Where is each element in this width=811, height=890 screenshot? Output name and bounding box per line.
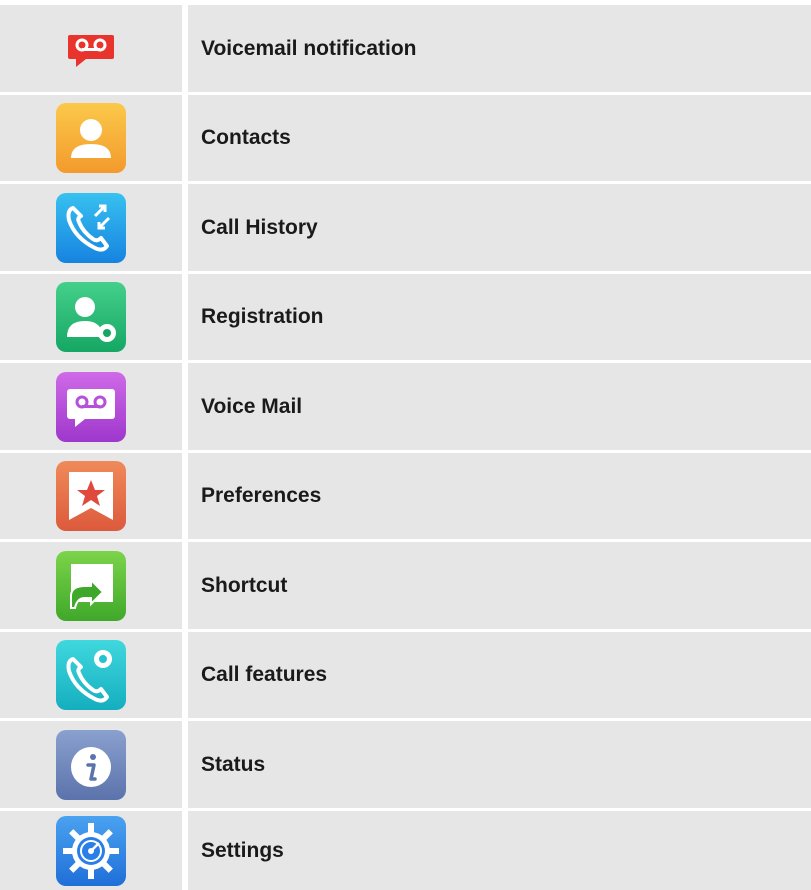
menu-label: Voicemail notification — [188, 5, 811, 92]
call-history-icon — [56, 192, 126, 263]
shortcut-icon — [56, 550, 126, 621]
settings-icon — [56, 815, 126, 886]
menu-row-registration[interactable]: Registration — [0, 274, 811, 360]
voice-mail-icon — [56, 371, 126, 442]
menu-table: Voicemail notification Contacts Call His… — [0, 0, 811, 890]
menu-label: Status — [188, 721, 811, 808]
status-icon — [56, 729, 126, 800]
menu-row-voice-mail[interactable]: Voice Mail — [0, 363, 811, 450]
preferences-icon — [56, 461, 126, 531]
icon-cell — [0, 274, 182, 360]
call-features-icon — [56, 640, 126, 710]
menu-label: Settings — [188, 811, 811, 890]
icon-cell — [0, 184, 182, 271]
icon-cell — [0, 453, 182, 539]
menu-label: Voice Mail — [188, 363, 811, 450]
menu-row-call-features[interactable]: Call features — [0, 632, 811, 718]
menu-row-settings[interactable]: Settings — [0, 811, 811, 890]
menu-row-voicemail-notification[interactable]: Voicemail notification — [0, 5, 811, 92]
menu-row-call-history[interactable]: Call History — [0, 184, 811, 271]
contacts-icon — [56, 103, 126, 173]
menu-label: Call History — [188, 184, 811, 271]
menu-label: Registration — [188, 274, 811, 360]
menu-label: Preferences — [188, 453, 811, 539]
icon-cell — [0, 363, 182, 450]
icon-cell — [0, 721, 182, 808]
icon-cell — [0, 811, 182, 890]
voicemail-notification-icon — [68, 34, 114, 67]
icon-cell — [0, 632, 182, 718]
registration-icon — [56, 282, 126, 352]
icon-cell — [0, 95, 182, 181]
icon-cell — [0, 5, 182, 92]
menu-label: Call features — [188, 632, 811, 718]
menu-row-status[interactable]: Status — [0, 721, 811, 808]
menu-label: Shortcut — [188, 542, 811, 629]
menu-row-shortcut[interactable]: Shortcut — [0, 542, 811, 629]
menu-row-contacts[interactable]: Contacts — [0, 95, 811, 181]
icon-cell — [0, 542, 182, 629]
menu-row-preferences[interactable]: Preferences — [0, 453, 811, 539]
menu-label: Contacts — [188, 95, 811, 181]
